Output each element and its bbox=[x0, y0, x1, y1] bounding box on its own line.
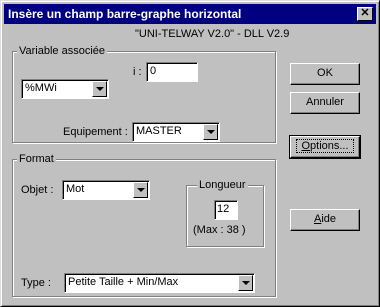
index-label: i : bbox=[133, 66, 142, 78]
variable-select-value: %MWi bbox=[25, 82, 57, 94]
chevron-down-icon[interactable] bbox=[238, 275, 253, 291]
title-bar[interactable]: Insère un champ barre-graphe horizontal … bbox=[4, 4, 376, 24]
ok-button[interactable]: OK bbox=[290, 63, 360, 85]
variable-select[interactable]: %MWi bbox=[21, 79, 109, 99]
longueur-input[interactable]: 12 bbox=[214, 200, 238, 220]
longueur-input-value: 12 bbox=[217, 203, 230, 215]
variable-group-legend: Variable associée bbox=[17, 44, 108, 58]
options-button[interactable]: Options... bbox=[289, 135, 361, 159]
equipement-select-value: MASTER bbox=[136, 125, 182, 137]
close-icon[interactable]: ✕ bbox=[357, 7, 373, 21]
objet-select[interactable]: Mot bbox=[62, 180, 150, 200]
chevron-down-icon[interactable] bbox=[203, 124, 218, 140]
chevron-down-icon[interactable] bbox=[133, 182, 148, 198]
type-select[interactable]: Petite Taille + Min/Max bbox=[64, 273, 255, 293]
options-button-focus: Options... bbox=[296, 139, 354, 153]
equipement-select[interactable]: MASTER bbox=[132, 122, 220, 142]
aide-label: ide bbox=[321, 213, 337, 225]
longueur-legend: Longueur bbox=[197, 178, 248, 192]
format-group-legend: Format bbox=[17, 152, 56, 166]
index-input-value: 0 bbox=[150, 65, 157, 77]
annuler-button[interactable]: Annuler bbox=[290, 92, 360, 114]
max-length-label: (Max : 38 ) bbox=[193, 224, 246, 236]
type-label: Type : bbox=[21, 277, 51, 289]
objet-select-value: Mot bbox=[66, 183, 85, 195]
dialog-title: Insère un champ barre-graphe horizontal bbox=[8, 7, 242, 21]
dialog-window: Insère un champ barre-graphe horizontal … bbox=[0, 0, 380, 307]
options-mnemonic: O bbox=[301, 140, 311, 152]
aide-button[interactable]: Aide bbox=[290, 209, 360, 231]
index-input[interactable]: 0 bbox=[146, 62, 198, 82]
equipement-label: Equipement : bbox=[63, 126, 128, 138]
options-label: ptions... bbox=[310, 140, 349, 152]
chevron-down-icon[interactable] bbox=[92, 81, 107, 97]
type-select-value: Petite Taille + Min/Max bbox=[68, 276, 179, 288]
dll-version-label: "UNI-TELWAY V2.0" - DLL V2.9 bbox=[135, 28, 290, 40]
objet-label: Objet : bbox=[21, 184, 54, 196]
